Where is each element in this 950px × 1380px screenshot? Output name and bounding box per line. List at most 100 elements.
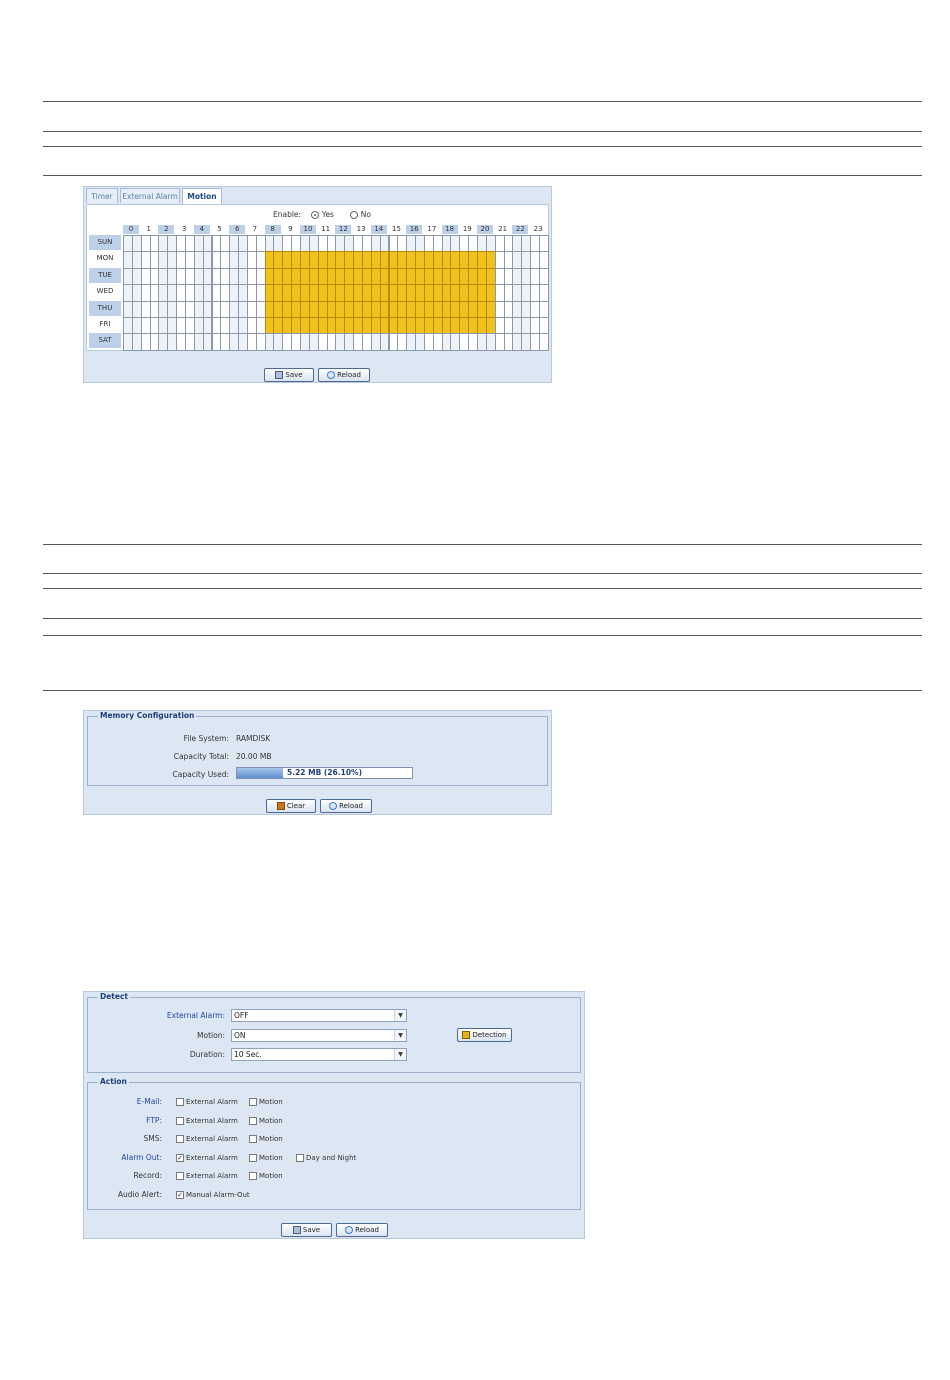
- schedule-cell[interactable]: [538, 251, 549, 269]
- save-button[interactable]: Save: [264, 368, 314, 382]
- checkbox[interactable]: [176, 1116, 184, 1125]
- checkbox-label: External Alarm: [186, 1153, 238, 1162]
- hour-label: 5: [217, 225, 222, 233]
- checkbox-label: Motion: [259, 1153, 283, 1162]
- tab-motion[interactable]: Motion: [182, 188, 222, 205]
- day-label: FRI: [99, 320, 111, 328]
- duration-select[interactable]: 10 Sec. ▼: [231, 1048, 407, 1061]
- hour-label: 14: [370, 225, 387, 234]
- action-label[interactable]: E-Mail:: [137, 1097, 162, 1106]
- detection-button[interactable]: Detection: [457, 1028, 512, 1042]
- motion-select[interactable]: ON ▼: [231, 1029, 407, 1042]
- enable-no-label: No: [360, 210, 371, 219]
- hour-label: 2: [158, 225, 175, 234]
- reload-button[interactable]: Reload: [320, 799, 372, 813]
- checkbox-label: External Alarm: [186, 1098, 238, 1106]
- reload-button[interactable]: Reload: [336, 1223, 388, 1237]
- checkbox[interactable]: [296, 1153, 304, 1162]
- chevron-down-icon[interactable]: ▼: [394, 1030, 406, 1041]
- motion-schedule-panel: Timer External Alarm Motion Enable: Yes …: [83, 186, 552, 383]
- hour-label: 13: [356, 225, 366, 233]
- hour-label: 20: [477, 225, 493, 234]
- action-label[interactable]: Alarm Out:: [121, 1153, 162, 1162]
- action-label[interactable]: FTP:: [146, 1116, 162, 1125]
- save-button[interactable]: Save: [281, 1223, 332, 1237]
- external-alarm-select[interactable]: OFF ▼: [231, 1009, 407, 1022]
- schedule-cell[interactable]: [538, 333, 549, 351]
- checkbox[interactable]: ✓: [176, 1190, 184, 1199]
- hour-label: 11: [321, 225, 331, 233]
- checkbox[interactable]: [249, 1116, 257, 1125]
- checkbox[interactable]: [249, 1153, 257, 1162]
- schedule-body: Enable: Yes No 0 1 2 3 4 5 6 7 8 9 10 11 12 13 14 15 16 1…: [86, 204, 549, 351]
- schedule-cell[interactable]: [538, 300, 549, 318]
- table-rule: [43, 101, 922, 102]
- checkbox[interactable]: [249, 1172, 257, 1180]
- checkbox[interactable]: [249, 1135, 257, 1143]
- table-rule: [43, 131, 922, 132]
- reload-button-label: Reload: [339, 802, 363, 810]
- motion-value: ON: [234, 1031, 246, 1040]
- reload-button-label: Reload: [337, 371, 361, 379]
- checkbox-label: Motion: [259, 1172, 283, 1180]
- reload-icon: [345, 1226, 354, 1234]
- save-icon: [275, 371, 284, 379]
- clear-icon: [276, 802, 285, 810]
- day-label: MON: [96, 254, 114, 263]
- schedule-cell[interactable]: [538, 284, 549, 302]
- reload-button[interactable]: Reload: [318, 368, 370, 382]
- schedule-cell[interactable]: [538, 317, 549, 335]
- checkbox[interactable]: [176, 1172, 184, 1180]
- day-label: TUE: [89, 267, 121, 283]
- clear-button[interactable]: Clear: [266, 799, 316, 813]
- tab-timer[interactable]: Timer: [86, 188, 118, 203]
- enable-no-option[interactable]: No: [350, 209, 371, 221]
- enable-yes-option[interactable]: Yes: [311, 209, 334, 221]
- hour-label: 19: [462, 225, 472, 233]
- schedule-cell[interactable]: [538, 235, 549, 253]
- enable-row: Enable: Yes No: [273, 209, 371, 221]
- day-label: WED: [96, 287, 114, 296]
- tab-external-alarm[interactable]: External Alarm: [120, 188, 180, 203]
- table-rule: [43, 175, 922, 176]
- capacity-progress-bar: 5.22 MB (26.10%): [236, 767, 413, 779]
- duration-label: Duration:: [189, 1050, 225, 1059]
- motion-label: Motion:: [197, 1031, 225, 1040]
- radio-yes-icon[interactable]: [311, 211, 320, 219]
- external-alarm-value: OFF: [234, 1011, 249, 1020]
- capacity-total-value: 20.00 MB: [236, 752, 272, 761]
- save-icon: [292, 1226, 301, 1234]
- hour-label: 7: [252, 225, 258, 233]
- checkbox[interactable]: ✓: [176, 1153, 184, 1162]
- action-label: Record:: [133, 1171, 162, 1180]
- detection-button-label: Detection: [472, 1031, 507, 1039]
- day-label: SAT: [89, 333, 121, 349]
- table-rule: [43, 573, 922, 574]
- capacity-used-label: Capacity Used:: [172, 770, 229, 779]
- chevron-down-icon[interactable]: ▼: [394, 1010, 406, 1021]
- memory-panel: Memory Configuration File System: RAMDIS…: [83, 710, 552, 815]
- external-alarm-label[interactable]: External Alarm:: [167, 1011, 225, 1020]
- enable-yes-label: Yes: [321, 210, 334, 219]
- memory-legend: Memory Configuration: [98, 711, 197, 720]
- detect-fieldset: Detect External Alarm: OFF ▼ Motion: ON …: [87, 992, 581, 1073]
- checkbox[interactable]: [249, 1098, 257, 1106]
- schedule-grid[interactable]: [123, 235, 549, 351]
- table-rule: [43, 618, 922, 619]
- clear-button-label: Clear: [286, 802, 306, 810]
- radio-no-icon[interactable]: [350, 211, 359, 219]
- action-label: Audio Alert:: [117, 1189, 162, 1199]
- checkbox-label: Motion: [259, 1135, 283, 1143]
- hour-label: 6: [229, 225, 246, 234]
- table-rule: [43, 146, 922, 147]
- hour-label: 9: [288, 225, 293, 233]
- schedule-cell[interactable]: [538, 267, 549, 286]
- event-panel: Detect External Alarm: OFF ▼ Motion: ON …: [83, 991, 585, 1239]
- checkbox[interactable]: [176, 1135, 184, 1143]
- file-system-label: File System:: [183, 734, 229, 743]
- checkbox-label: Motion: [259, 1116, 283, 1125]
- hour-label: 23: [533, 225, 543, 233]
- day-label: SUN: [89, 235, 121, 250]
- checkbox[interactable]: [176, 1098, 184, 1106]
- chevron-down-icon[interactable]: ▼: [394, 1049, 406, 1060]
